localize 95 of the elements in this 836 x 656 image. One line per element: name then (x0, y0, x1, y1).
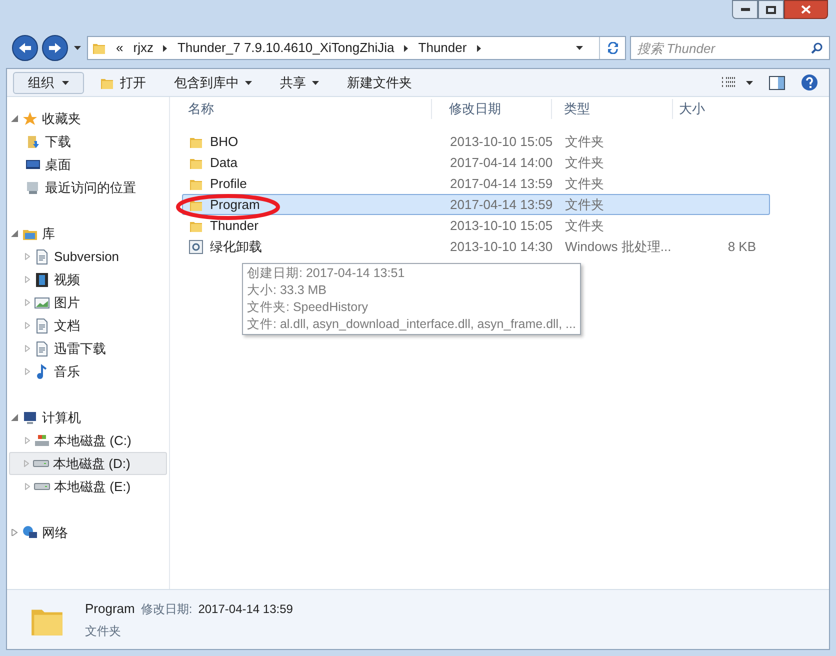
restore-icon (766, 6, 776, 14)
breadcrumb[interactable]: rjxz (133, 38, 154, 58)
chevron-icon (404, 44, 408, 52)
address-bar[interactable]: « rjxz Thunder_7 7.9.10.4610_XiTongZhiJia Thunder (87, 36, 626, 60)
caret-icon (312, 80, 319, 84)
caret-icon (746, 80, 753, 84)
collapsed-triangle-icon (25, 368, 30, 375)
file-row[interactable]: Thunder 2013-10-10 15:05 文件夹 (182, 215, 770, 236)
column-header[interactable]: 类型 (552, 99, 673, 119)
close-icon (801, 5, 811, 14)
forward-button[interactable] (42, 35, 68, 61)
breadcrumb[interactable]: Thunder_7 7.9.10.4610_XiTongZhiJia (177, 38, 394, 58)
collapsed-triangle-icon (24, 460, 29, 467)
file-row[interactable]: Data 2017-04-14 14:00 文件夹 (182, 152, 770, 173)
caret-icon (245, 80, 252, 84)
back-button[interactable] (12, 35, 38, 61)
back-arrow-icon (18, 42, 32, 54)
expanded-triangle-icon[interactable] (11, 115, 18, 122)
collapsed-triangle-icon (25, 253, 30, 260)
tooltip-line: 文件: al.dll, asyn_download_interface.dll, asyn_frame.dll, ... (247, 316, 576, 333)
chevron-icon (163, 44, 168, 52)
preview-pane-icon (769, 76, 785, 90)
file-row[interactable]: 绿化卸载 2013-10-10 14:30 Windows 批处理... 8 KB (182, 236, 770, 257)
search-field[interactable]: 搜索 Thunder (630, 36, 830, 60)
sidebar-item[interactable]: 音乐 (9, 360, 167, 383)
refresh-icon (606, 42, 620, 54)
sidebar-item[interactable]: 网络 (42, 522, 68, 542)
sidebar-item[interactable]: 计算机 (42, 408, 81, 428)
image-icon (34, 294, 50, 310)
file-row[interactable]: Program 2017-04-14 13:59 文件夹 (182, 194, 770, 215)
column-header[interactable]: 大小 (673, 99, 753, 119)
sidebar-item[interactable]: 本地磁盘 (C:) (9, 429, 167, 452)
toolbar-button[interactable]: 包含到库中 (162, 72, 264, 94)
drive-icon (34, 483, 50, 490)
caret-icon (576, 46, 583, 50)
minimize-button[interactable] (732, 0, 758, 19)
computer-icon (22, 410, 38, 426)
drive-icon (33, 460, 49, 467)
collapsed-triangle-icon (25, 437, 30, 444)
sidebar-item[interactable]: 图片 (9, 291, 167, 314)
download-icon (25, 134, 41, 150)
collapsed-triangle-icon[interactable] (11, 529, 18, 536)
sidebar-item[interactable]: 文档 (9, 314, 167, 337)
caret-icon (62, 80, 69, 84)
search-icon (811, 42, 823, 54)
video-icon (34, 272, 50, 288)
sidebar-item[interactable]: Subversion (9, 245, 167, 268)
tooltip-line: 创建日期: 2017-04-14 13:51 (247, 265, 406, 282)
doc-icon (34, 318, 50, 334)
file-row[interactable]: Profile 2017-04-14 13:59 文件夹 (182, 173, 770, 194)
collapsed-triangle-icon (25, 276, 30, 283)
sidebar-item[interactable]: 本地磁盘 (D:) (9, 452, 167, 475)
breadcrumb[interactable]: Thunder (418, 38, 467, 58)
sidebar-item[interactable]: 下载 (9, 130, 167, 153)
sidebar-item[interactable]: 收藏夹 (42, 108, 81, 128)
collapsed-triangle-icon (25, 345, 30, 352)
expanded-triangle-icon[interactable] (11, 414, 18, 421)
details-value: 2017-04-14 13:59 (198, 600, 293, 618)
column-header[interactable]: 名称 (170, 99, 432, 119)
doc-icon (34, 248, 50, 264)
collapsed-triangle-icon (25, 322, 30, 329)
sidebar-item[interactable]: 最近访问的位置 (9, 176, 167, 199)
collapsed-triangle-icon (25, 483, 30, 490)
toolbar-button[interactable]: 共享 (268, 72, 331, 94)
details-name: Program (85, 600, 135, 618)
doc-icon (34, 340, 50, 356)
collapsed-triangle-icon (25, 299, 30, 306)
list-view-icon (722, 76, 736, 88)
toolbar-button[interactable]: 组织 (13, 72, 84, 94)
star-icon (22, 110, 38, 126)
chevron-icon (476, 44, 481, 52)
sidebar-item[interactable]: 桌面 (9, 153, 167, 176)
sidebar-item[interactable]: 库 (42, 224, 55, 244)
sidebar-item[interactable]: 视频 (9, 268, 167, 291)
details-label: 修改日期: (140, 600, 192, 618)
tooltip-line: 文件夹: SpeedHistory (247, 299, 369, 316)
folder-icon (92, 41, 106, 55)
network-icon (22, 524, 38, 540)
minimize-icon (740, 8, 750, 11)
batch-file-icon (189, 240, 203, 254)
breadcrumb[interactable]: « (116, 38, 124, 58)
close-button[interactable] (784, 0, 828, 19)
toolbar-button[interactable]: 打开 (88, 72, 158, 94)
tooltip-line: 大小: 33.3 MB (247, 282, 328, 299)
help-icon (800, 74, 818, 91)
forward-arrow-icon (48, 42, 62, 54)
caret-icon (74, 46, 81, 50)
file-row[interactable]: BHO 2013-10-10 15:05 文件夹 (182, 131, 770, 152)
column-header[interactable]: 修改日期 (432, 99, 552, 119)
toolbar-button[interactable]: 新建文件夹 (335, 72, 424, 94)
sidebar-item[interactable]: 本地磁盘 (E:) (9, 475, 167, 498)
expanded-triangle-icon[interactable] (11, 230, 18, 237)
maximize-button[interactable] (758, 0, 784, 19)
sidebar-item[interactable]: 迅雷下载 (9, 337, 167, 360)
details-type: 文件夹 (85, 623, 122, 640)
